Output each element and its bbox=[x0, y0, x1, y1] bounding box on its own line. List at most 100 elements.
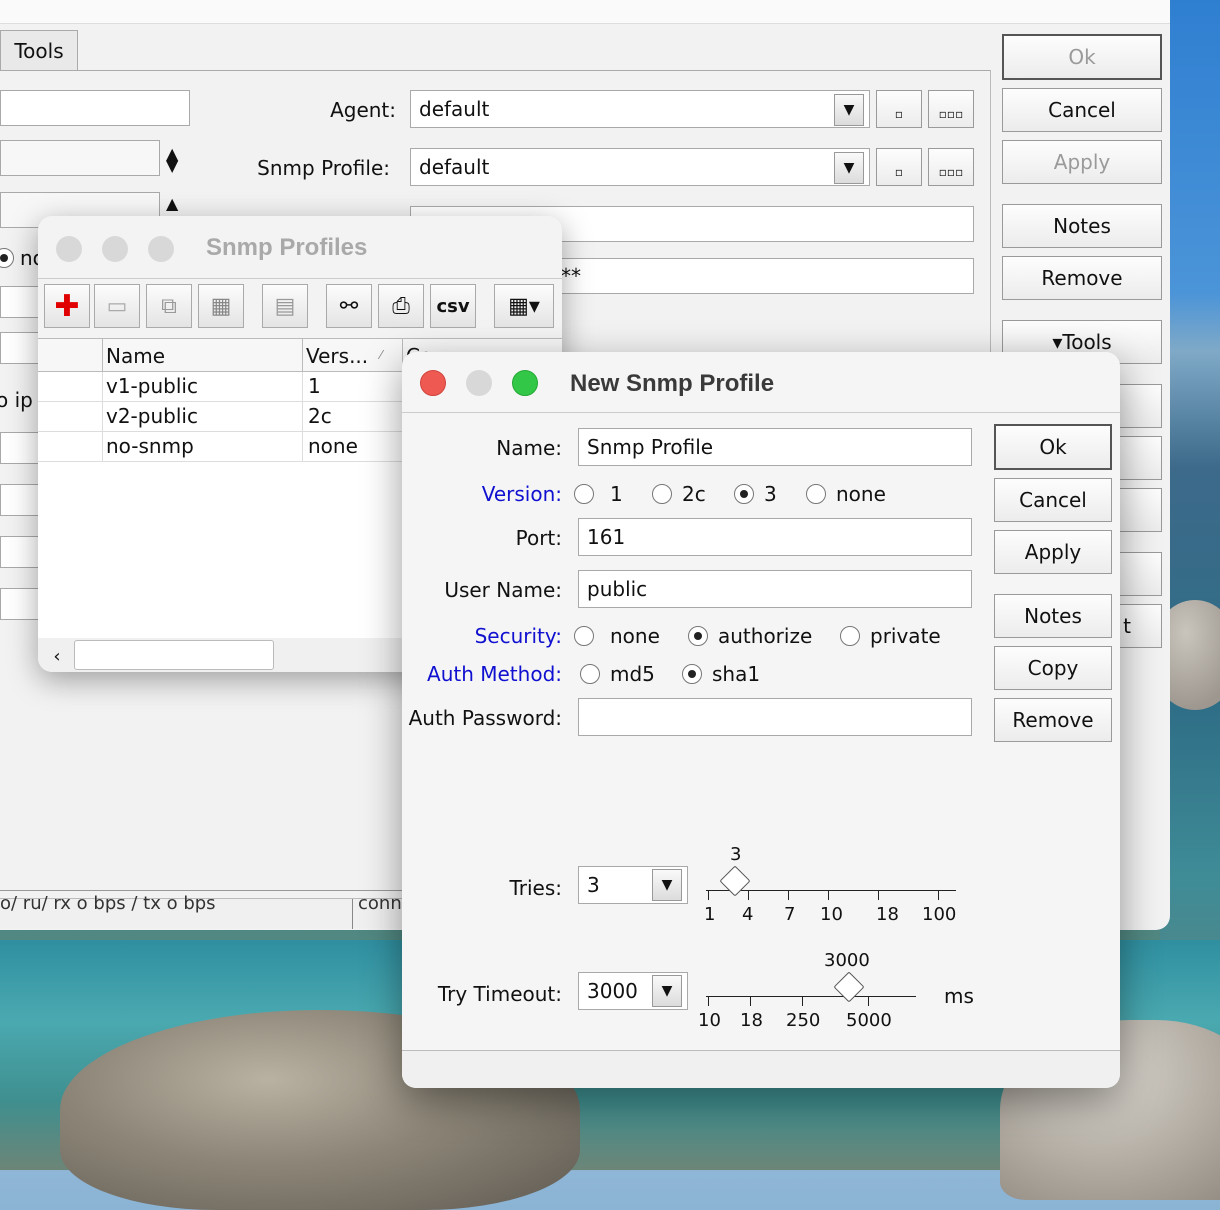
copy-button[interactable]: Copy bbox=[994, 646, 1112, 690]
close-icon[interactable] bbox=[56, 236, 82, 262]
auth-radio-sha1[interactable] bbox=[682, 664, 702, 684]
auth-password-input[interactable] bbox=[578, 698, 972, 736]
name-label: Name: bbox=[496, 436, 562, 460]
close-icon[interactable] bbox=[420, 370, 446, 396]
try-timeout-slider[interactable]: 3000 10 18 250 5000 bbox=[698, 948, 942, 1031]
cancel-button[interactable]: Cancel bbox=[994, 478, 1112, 522]
zoom-icon[interactable] bbox=[148, 236, 174, 262]
remove-button[interactable]: Remove bbox=[994, 698, 1112, 742]
remove-button[interactable]: Remove bbox=[1002, 256, 1162, 300]
security-radio-private[interactable] bbox=[840, 626, 860, 646]
security-radio-authorize[interactable] bbox=[688, 626, 708, 646]
version-radio-3[interactable] bbox=[734, 484, 754, 504]
snmp-profile-select[interactable]: default bbox=[410, 148, 870, 186]
minimize-icon[interactable] bbox=[466, 370, 492, 396]
user-name-input[interactable]: public bbox=[578, 570, 972, 608]
timeout-slider-value: 3000 bbox=[824, 950, 870, 971]
copy-label: Copy bbox=[1027, 656, 1079, 680]
apply-button[interactable]: Apply bbox=[1002, 140, 1162, 184]
notes-label: Notes bbox=[1053, 214, 1111, 238]
left-field[interactable] bbox=[0, 286, 40, 318]
version-radio-2c[interactable] bbox=[652, 484, 672, 504]
tick-label: 10 bbox=[698, 1010, 721, 1031]
security-label: Security: bbox=[474, 624, 562, 648]
sort-icon: ⁄ bbox=[380, 348, 383, 362]
left-field[interactable] bbox=[0, 536, 40, 568]
user-name-value: public bbox=[587, 577, 648, 601]
csv-icon[interactable]: csv bbox=[430, 284, 476, 328]
remove-icon[interactable]: ▭ bbox=[94, 284, 140, 328]
snmp-profile-label: Snmp Profile: bbox=[257, 156, 390, 180]
tick-label: 7 bbox=[784, 904, 796, 925]
timeout-unit: ms bbox=[944, 984, 974, 1008]
ok-label: Ok bbox=[1068, 45, 1096, 69]
column-version[interactable]: Vers... bbox=[306, 344, 368, 368]
more-button[interactable]: ▫▫▫ bbox=[928, 90, 974, 128]
left-field[interactable] bbox=[0, 588, 40, 620]
cancel-button[interactable]: Cancel bbox=[1002, 88, 1162, 132]
disable-icon[interactable]: ▦ bbox=[198, 284, 244, 328]
partial-label: t bbox=[1123, 614, 1131, 638]
notes-button[interactable]: Notes bbox=[994, 594, 1112, 638]
print-icon[interactable]: ⎙ bbox=[378, 284, 424, 328]
ok-button[interactable]: Ok bbox=[994, 424, 1112, 470]
remove-label: Remove bbox=[1041, 266, 1123, 290]
minimize-field-button[interactable]: ▫ bbox=[876, 90, 922, 128]
version-label: Version: bbox=[481, 482, 562, 506]
more-button[interactable]: ▫▫▫ bbox=[928, 148, 974, 186]
version-radio-none[interactable] bbox=[806, 484, 826, 504]
minimize-field-button[interactable]: ▫ bbox=[876, 148, 922, 186]
left-field[interactable] bbox=[0, 432, 40, 464]
stepper-icon[interactable]: ▲ ▼ bbox=[166, 146, 178, 174]
tick-label: 100 bbox=[922, 904, 957, 925]
notes-button[interactable]: Notes bbox=[1002, 204, 1162, 248]
left-field[interactable] bbox=[0, 140, 160, 176]
tries-label: Tries: bbox=[509, 876, 562, 900]
agent-select[interactable]: default bbox=[410, 90, 870, 128]
snmp-profile-value: default bbox=[419, 155, 490, 179]
find-icon[interactable]: ⚯ bbox=[326, 284, 372, 328]
cancel-label: Cancel bbox=[1019, 488, 1087, 512]
version-option-label: 1 bbox=[610, 482, 623, 506]
tick-label: 4 bbox=[742, 904, 754, 925]
name-value: Snmp Profile bbox=[587, 435, 714, 459]
apply-label: Apply bbox=[1053, 150, 1111, 174]
security-option-label: authorize bbox=[718, 624, 813, 648]
enable-icon[interactable]: ⧉ bbox=[146, 284, 192, 328]
name-input[interactable]: Snmp Profile bbox=[578, 428, 972, 466]
left-field[interactable] bbox=[0, 332, 40, 364]
slider-thumb[interactable] bbox=[833, 971, 865, 1003]
dialog-title: New Snmp Profile bbox=[570, 370, 775, 397]
comment-icon[interactable]: ▤ bbox=[262, 284, 308, 328]
left-field[interactable] bbox=[0, 90, 190, 126]
apply-button[interactable]: Apply bbox=[994, 530, 1112, 574]
tab-tools[interactable]: Tools bbox=[0, 30, 78, 70]
chevron-down-icon[interactable]: ▼ bbox=[652, 869, 682, 901]
scrollbar-thumb[interactable] bbox=[74, 640, 274, 670]
minimize-icon[interactable] bbox=[102, 236, 128, 262]
slider-thumb[interactable] bbox=[719, 865, 751, 897]
tries-slider[interactable]: 3 1 4 7 10 18 100 bbox=[702, 842, 962, 925]
port-value: 161 bbox=[587, 525, 626, 549]
partial-radio[interactable] bbox=[0, 248, 14, 268]
auth-option-label: md5 bbox=[610, 662, 655, 686]
row-version: none bbox=[308, 434, 358, 458]
column-name[interactable]: Name bbox=[106, 344, 165, 368]
chevron-left-icon[interactable]: ‹ bbox=[42, 642, 72, 670]
port-input[interactable]: 161 bbox=[578, 518, 972, 556]
chevron-down-icon[interactable]: ▼ bbox=[834, 152, 864, 184]
security-radio-none[interactable] bbox=[574, 626, 594, 646]
chevron-down-icon[interactable]: ▼ bbox=[652, 975, 682, 1007]
try-timeout-value: 3000 bbox=[587, 979, 638, 1003]
add-icon[interactable]: ✚ bbox=[44, 284, 90, 328]
chevron-down-icon[interactable]: ▼ bbox=[834, 94, 864, 126]
stepper-icon[interactable]: ▲ bbox=[166, 196, 178, 212]
zoom-icon[interactable] bbox=[512, 370, 538, 396]
version-radio-1[interactable] bbox=[574, 484, 594, 504]
columns-menu-icon[interactable]: ▦▾ bbox=[494, 284, 554, 328]
auth-radio-md5[interactable] bbox=[580, 664, 600, 684]
ok-button[interactable]: Ok bbox=[1002, 34, 1162, 80]
left-field[interactable] bbox=[0, 484, 40, 516]
row-name: v2-public bbox=[106, 404, 198, 428]
user-name-label: User Name: bbox=[444, 578, 562, 602]
